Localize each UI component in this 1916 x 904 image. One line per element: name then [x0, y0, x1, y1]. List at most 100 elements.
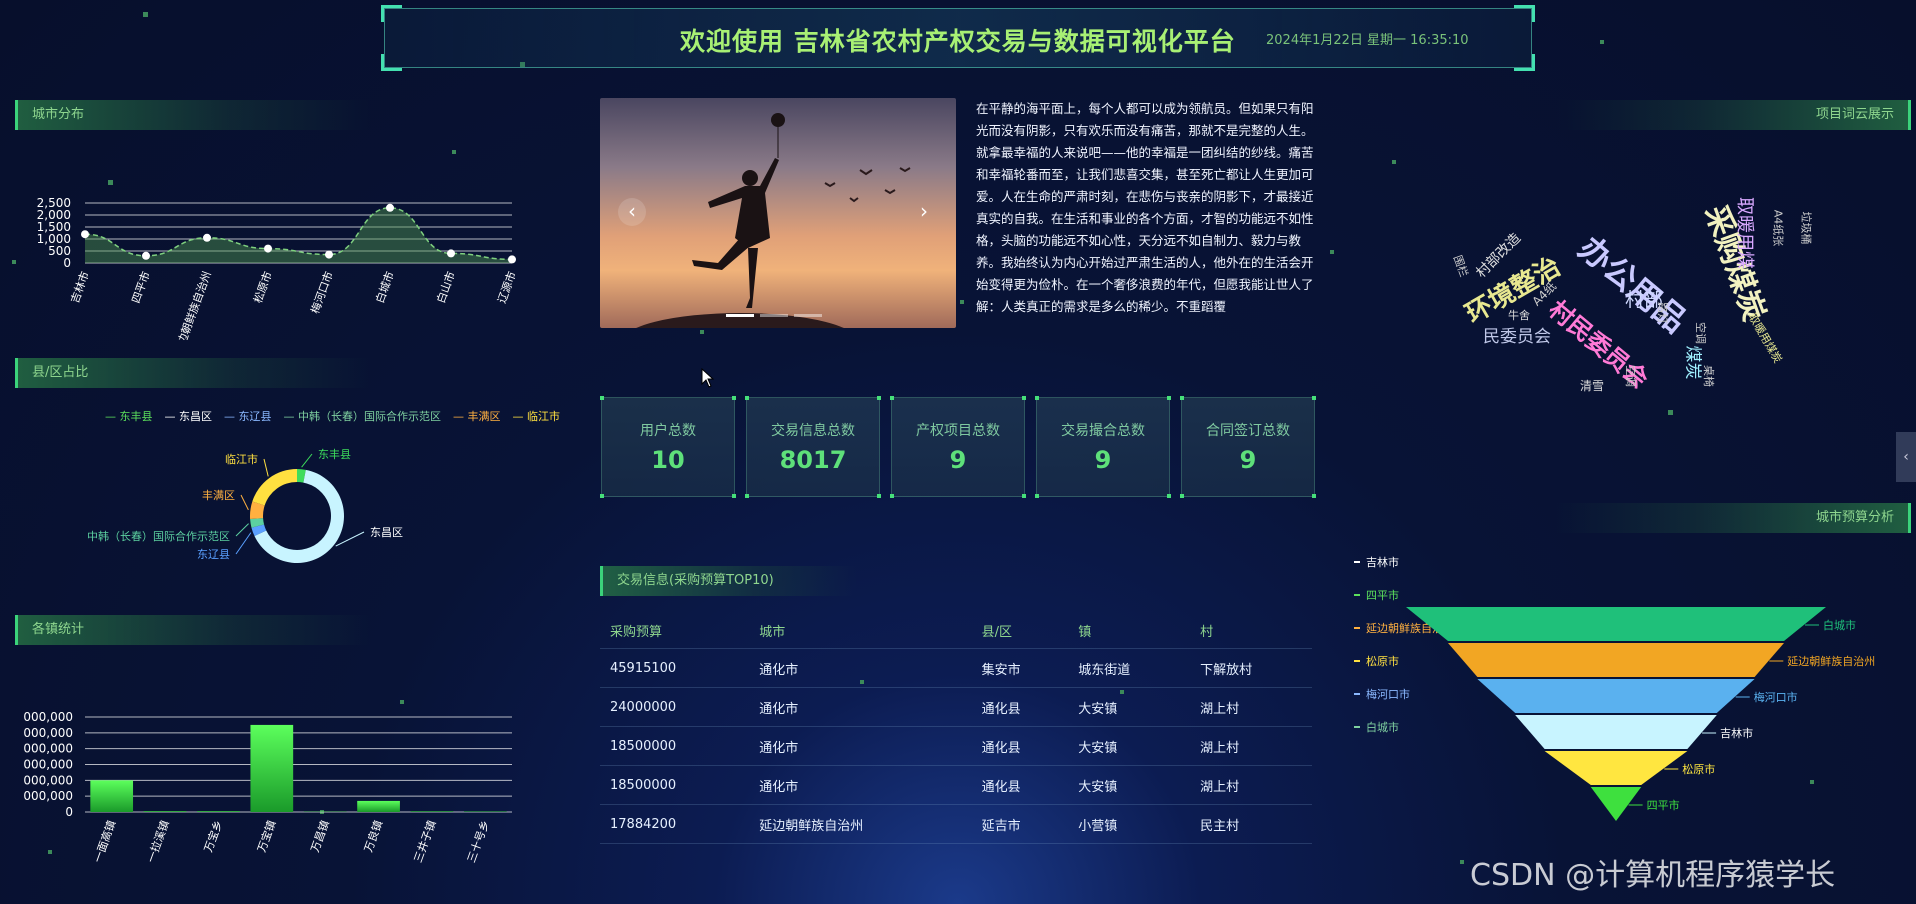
bar[interactable] [410, 811, 454, 812]
carousel-indicator[interactable] [760, 314, 788, 317]
funnel-label: 梅河口市 [1754, 690, 1798, 704]
carousel-next-button[interactable]: › [910, 198, 938, 226]
legend-item[interactable]: — 东辽县 [224, 408, 272, 424]
table-cell: 延吉市 [971, 804, 1069, 844]
table-cell: 通化市 [749, 648, 972, 688]
x-tick-label: 万宝乡 [201, 818, 225, 854]
stat-card: 交易信息总数 8017 [745, 396, 881, 498]
chevron-left-icon: ‹ [1903, 449, 1909, 465]
funnel-layer[interactable] [1477, 679, 1755, 713]
pie-legend: — 东丰县 — 东昌区 — 东辽县 — 中韩（长春）国际合作示范区 — 丰满区 — 临江市 [90, 408, 560, 424]
panel-title-city-budget: 城市预算分析 [1556, 503, 1911, 533]
stat-label: 合同签订总数 [1206, 423, 1290, 439]
word-cloud-word[interactable]: 围栏 [1450, 253, 1473, 279]
table-row[interactable]: 17884200 延边朝鲜族自治州 延吉市 小营镇 民主村 [600, 804, 1312, 844]
x-tick-label: 四平市 [128, 269, 152, 305]
legend-item[interactable]: — 中韩（长春）国际合作示范区 [284, 408, 442, 424]
legend-item[interactable]: 吉林市 [1366, 555, 1399, 569]
bar[interactable] [357, 800, 400, 812]
word-cloud-word[interactable]: 取暖用煤 [1733, 197, 1759, 269]
funnel-layer[interactable] [1544, 751, 1688, 785]
data-point[interactable] [264, 244, 272, 253]
table-cell: 城东街道 [1068, 648, 1191, 688]
table-row[interactable]: 45915100 通化市 集安市 城东街道 下解放村 [600, 648, 1312, 688]
carousel-image [636, 113, 911, 328]
data-point[interactable] [325, 250, 333, 259]
article-text: 在平静的海平面上，每个人都可以成为领航员。但如果只有阳光而没有阴影，只有欢乐而没… [976, 101, 1314, 314]
legend-item[interactable]: — 临江市 [513, 408, 561, 424]
image-carousel[interactable]: ‹ › [600, 98, 956, 328]
legend-item[interactable]: 白城市 [1366, 720, 1399, 734]
stat-value: 8017 [779, 446, 847, 474]
bar[interactable] [197, 811, 240, 812]
x-tick-label: 一面高镇 [90, 818, 118, 864]
bar[interactable] [250, 724, 294, 812]
data-point[interactable] [142, 251, 150, 260]
carousel-indicator[interactable] [726, 314, 754, 317]
funnel-layer[interactable] [1590, 787, 1642, 821]
bar[interactable] [143, 811, 187, 812]
data-point[interactable] [203, 233, 211, 242]
table-row[interactable]: 18500000 通化市 通化县 大安镇 湖上村 [600, 726, 1312, 766]
table-cell: 通化市 [749, 765, 972, 805]
funnel-label: 白城市 [1823, 618, 1856, 632]
x-tick-label: 万良镇 [361, 818, 385, 854]
legend-item[interactable]: — 丰满区 [453, 408, 501, 424]
data-point[interactable] [81, 230, 89, 239]
funnel-layer[interactable] [1515, 715, 1717, 749]
table-cell: 通化市 [749, 687, 972, 727]
data-point[interactable] [447, 249, 455, 258]
side-panel-toggle-button[interactable]: ‹ [1896, 432, 1916, 482]
word-cloud-word[interactable]: 取暖用煤炭 [1745, 310, 1786, 366]
slice-label: 东辽县 [197, 548, 230, 561]
stat-card: 产权项目总数 9 [890, 396, 1026, 498]
pie-slice[interactable] [252, 469, 297, 506]
word-cloud: 采购煤炭 办公用品 环境整治 村民委员会 取暖用煤 村部 民委员会 村部改造 煤炭 A4纸 牛舍 清雪… [1420, 180, 1813, 410]
stat-value: 10 [651, 446, 685, 474]
column-header: 村 [1190, 612, 1312, 649]
y-tick-label: 500 [48, 244, 71, 258]
word-cloud-word[interactable]: 路灯 [1655, 302, 1671, 324]
table-cell: 45915100 [600, 648, 750, 688]
funnel-layer[interactable] [1448, 643, 1784, 677]
slice-label: 中韩（长春）国际合作示范区 [87, 529, 230, 543]
word-cloud-word[interactable]: 清雪 [1580, 377, 1604, 394]
funnel-label: 四平市 [1647, 798, 1680, 812]
legend-item[interactable]: 四平市 [1366, 588, 1399, 602]
carousel-indicator[interactable] [794, 314, 822, 317]
y-tick-label: 0 [63, 256, 71, 270]
data-point[interactable] [508, 255, 516, 264]
word-cloud-word[interactable]: A4纸张 [1770, 210, 1786, 247]
legend-item[interactable]: — 东昌区 [165, 408, 213, 424]
word-cloud-word[interactable]: 民委员会 [1483, 322, 1551, 347]
panel-title-town-stats: 各镇统计 [15, 615, 372, 645]
x-tick-label: 白山市 [433, 269, 457, 305]
panel-title-county-share: 县/区占比 [15, 358, 372, 388]
table-cell: 通化市 [749, 726, 972, 766]
table-cell: 通化县 [971, 765, 1069, 805]
word-cloud-word[interactable]: 垃圾桶 [1799, 212, 1815, 245]
table-row[interactable]: 24000000 通化市 通化县 大安镇 湖上村 [600, 687, 1312, 727]
word-cloud-word[interactable]: 空调 [1693, 322, 1709, 344]
page-title: 欢迎使用 吉林省农村产权交易与数据可视化平台 [680, 27, 1236, 56]
word-cloud-word[interactable]: 牛舍 [1508, 307, 1530, 323]
legend-item[interactable]: 梅河口市 [1366, 687, 1410, 701]
legend-item[interactable]: 松原市 [1366, 654, 1399, 668]
table-row[interactable]: 18500000 通化市 通化县 大安镇 湖上村 [600, 765, 1312, 805]
table-cell: 通化县 [971, 726, 1069, 766]
header-datetime: 2024年1月22日 星期一 16:35:10 [1266, 33, 1469, 48]
word-cloud-word[interactable]: 空调 [1623, 365, 1639, 387]
funnel-layer[interactable] [1406, 607, 1826, 641]
stat-value: 9 [1094, 446, 1112, 474]
legend-item[interactable]: — 东丰县 [105, 408, 153, 424]
x-tick-label: 延边朝鲜族自治州 [171, 269, 214, 340]
x-tick-label: 万宝镇 [254, 818, 278, 854]
carousel-prev-button[interactable]: ‹ [618, 198, 646, 226]
word-cloud-word[interactable]: 桌椅 [1701, 365, 1717, 387]
funnel-label: 松原市 [1682, 762, 1715, 776]
y-tick-label: 2,500 [37, 196, 71, 210]
bar[interactable] [90, 780, 134, 812]
stat-label: 交易信息总数 [771, 423, 855, 439]
data-point[interactable] [386, 203, 394, 212]
y-tick-label: 1,000 [37, 232, 71, 246]
